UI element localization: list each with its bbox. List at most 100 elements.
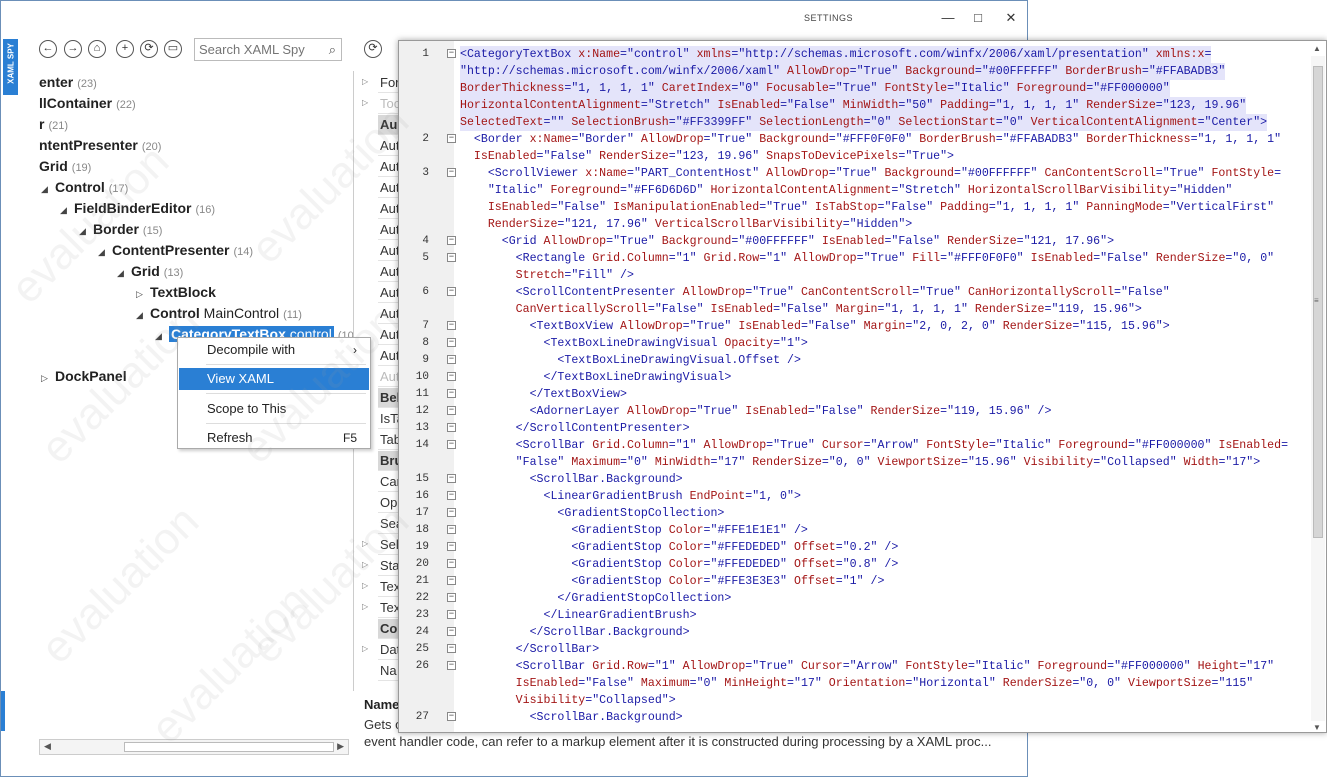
fold-toggle-icon[interactable]: − (447, 712, 456, 721)
scroll-down-icon[interactable]: ▼ (1313, 723, 1321, 732)
fold-toggle-icon[interactable]: − (447, 576, 456, 585)
markup-text: ="#FFABADB3" (995, 133, 1087, 146)
fold-toggle-icon[interactable]: − (447, 559, 456, 568)
code-line: 25 − </ScrollBar> (399, 641, 1299, 658)
markup-text: <GradientStop (460, 541, 669, 554)
expand-arrow-icon[interactable]: ▷ (362, 77, 374, 86)
markup-text: ="0, 0" (1072, 677, 1128, 690)
attribute-name: Cursor (821, 439, 864, 452)
attribute-name: CanVerticallyScroll (515, 303, 648, 316)
fold-toggle-icon[interactable]: − (447, 593, 456, 602)
markup-text: ="True"> (898, 150, 955, 163)
scroll-right-icon[interactable]: ▶ (337, 741, 344, 752)
close-button[interactable]: ✕ (1001, 9, 1021, 27)
fold-toggle-icon[interactable]: − (447, 355, 456, 364)
markup-text (460, 150, 474, 163)
fold-toggle-icon[interactable]: − (447, 423, 456, 432)
expanded-arrow-icon[interactable]: ◢ (136, 310, 150, 321)
markup-text: ="Collapsed"> (585, 694, 676, 707)
fold-toggle-icon[interactable]: − (447, 508, 456, 517)
fold-toggle-icon[interactable]: − (447, 542, 456, 551)
search-icon[interactable]: ⌕ (329, 42, 336, 58)
markup-text: ="False" (578, 677, 641, 690)
markup-text: </ScrollBar> (460, 643, 600, 656)
fold-toggle-icon[interactable]: − (447, 474, 456, 483)
maximize-button[interactable]: □ (968, 9, 988, 27)
fold-toggle-icon[interactable]: − (447, 372, 456, 381)
fold-toggle-icon[interactable]: − (447, 440, 456, 449)
refresh-properties-icon[interactable]: ⟳ (364, 40, 382, 58)
code-line: 15 − <ScrollBar.Background> (399, 471, 1299, 488)
tree-node[interactable]: ◢ Grid (13) (117, 263, 183, 279)
attribute-name: xmlns:x (1155, 48, 1205, 61)
search-input[interactable] (195, 39, 315, 60)
markup-text: ="#FF000000" (1086, 82, 1170, 95)
fold-toggle-icon[interactable]: − (447, 406, 456, 415)
fold-toggle-icon[interactable]: − (447, 661, 456, 670)
xaml-vertical-scrollbar[interactable]: ▲ ≡ ▼ (1311, 44, 1325, 732)
tree-node[interactable]: ◢ ContentPresenter (14) (98, 242, 253, 258)
markup-text: </LinearGradientBrush> (460, 609, 697, 622)
expand-arrow-icon[interactable]: ▷ (362, 602, 374, 611)
fold-toggle-icon[interactable]: − (447, 321, 456, 330)
tree-node-count: (21) (48, 120, 69, 132)
code-line: 21 − <GradientStop Color="#FFE3E3E3" Offs… (399, 573, 1299, 590)
forward-icon[interactable]: → (64, 40, 82, 58)
search-box[interactable]: ⌕ (194, 38, 342, 61)
attribute-name: EndPoint (689, 490, 746, 503)
tree-node[interactable]: r (21) (39, 116, 68, 132)
markup-text: <TextBoxView (460, 320, 621, 333)
scrollbar-thumb[interactable] (124, 742, 334, 752)
expanded-arrow-icon[interactable]: ◢ (41, 184, 55, 195)
scroll-up-icon[interactable]: ▲ (1313, 44, 1321, 53)
expand-arrow-icon[interactable]: ▷ (362, 644, 374, 653)
code-line: 19− <GradientStop Color="#FFEDEDED" Offs… (399, 539, 1299, 556)
markup-text (460, 694, 516, 707)
fold-toggle-icon[interactable]: − (447, 134, 456, 143)
fold-toggle-icon[interactable]: − (447, 389, 456, 398)
fold-toggle-icon[interactable]: − (447, 491, 456, 500)
collapsed-arrow-icon[interactable]: ▷ (41, 373, 55, 384)
fold-toggle-icon[interactable]: − (447, 287, 456, 296)
add-icon[interactable]: + (116, 40, 134, 58)
fold-toggle-icon[interactable]: − (447, 168, 456, 177)
markup-text: ="False" (807, 405, 871, 418)
tree-node[interactable]: ▷ TextBlock (136, 284, 220, 300)
fold-toggle-icon[interactable]: − (447, 627, 456, 636)
back-icon[interactable]: ← (39, 40, 57, 58)
markup-text: = (1204, 48, 1212, 61)
home-icon[interactable]: ⌂ (88, 40, 106, 58)
xaml-code-view[interactable]: 1− <CategoryTextBox x:Name="control" xmln… (399, 46, 1299, 732)
tree-node[interactable]: enter (23) (39, 74, 97, 90)
attribute-name: Padding (940, 201, 989, 214)
attribute-name: SelectionBrush (571, 116, 669, 129)
attribute-name: RenderSize (752, 456, 822, 469)
fold-toggle-icon[interactable]: − (447, 525, 456, 534)
code-line: 20 − <GradientStop Color="#FFEDEDED" Offs… (399, 556, 1299, 573)
code-line: CanVerticallyScroll="False" IsEnabled="F… (399, 301, 1299, 318)
markup-text: ="0.8" /> (835, 558, 899, 571)
fold-toggle-icon[interactable]: − (447, 49, 456, 58)
fold-toggle-icon[interactable]: − (447, 644, 456, 653)
tree-node-count: (23) (77, 78, 97, 90)
tree-node[interactable]: llContainer (22) (39, 95, 136, 111)
expanded-arrow-icon[interactable]: ◢ (117, 268, 131, 279)
refresh-icon[interactable]: ⟳ (140, 40, 158, 58)
expand-arrow-icon[interactable]: ▷ (362, 98, 374, 107)
tree-node[interactable]: Grid (19) (39, 158, 91, 174)
collapsed-arrow-icon[interactable]: ▷ (136, 289, 150, 300)
attribute-name: HorizontalScrollBarVisibility (967, 184, 1170, 197)
markup-text: ="control" (620, 48, 697, 61)
fold-toggle-icon[interactable]: − (447, 610, 456, 619)
line-number: 14 (415, 439, 429, 451)
markup-text: ="#FF6D6D6D" (620, 184, 711, 197)
scroll-left-icon[interactable]: ◀ (44, 741, 51, 752)
view-icon[interactable]: ▭ (164, 40, 182, 58)
fold-toggle-icon[interactable]: − (447, 338, 456, 347)
attribute-name: HorizontalContentAlignment (710, 184, 892, 197)
fold-toggle-icon[interactable]: − (447, 253, 456, 262)
minimize-button[interactable]: — (938, 9, 958, 27)
tree-horizontal-scrollbar[interactable]: ◀ ▶ (39, 739, 349, 755)
fold-toggle-icon[interactable]: − (447, 236, 456, 245)
code-line: 16 − <LinearGradientBrush EndPoint="1, 0"… (399, 488, 1299, 505)
